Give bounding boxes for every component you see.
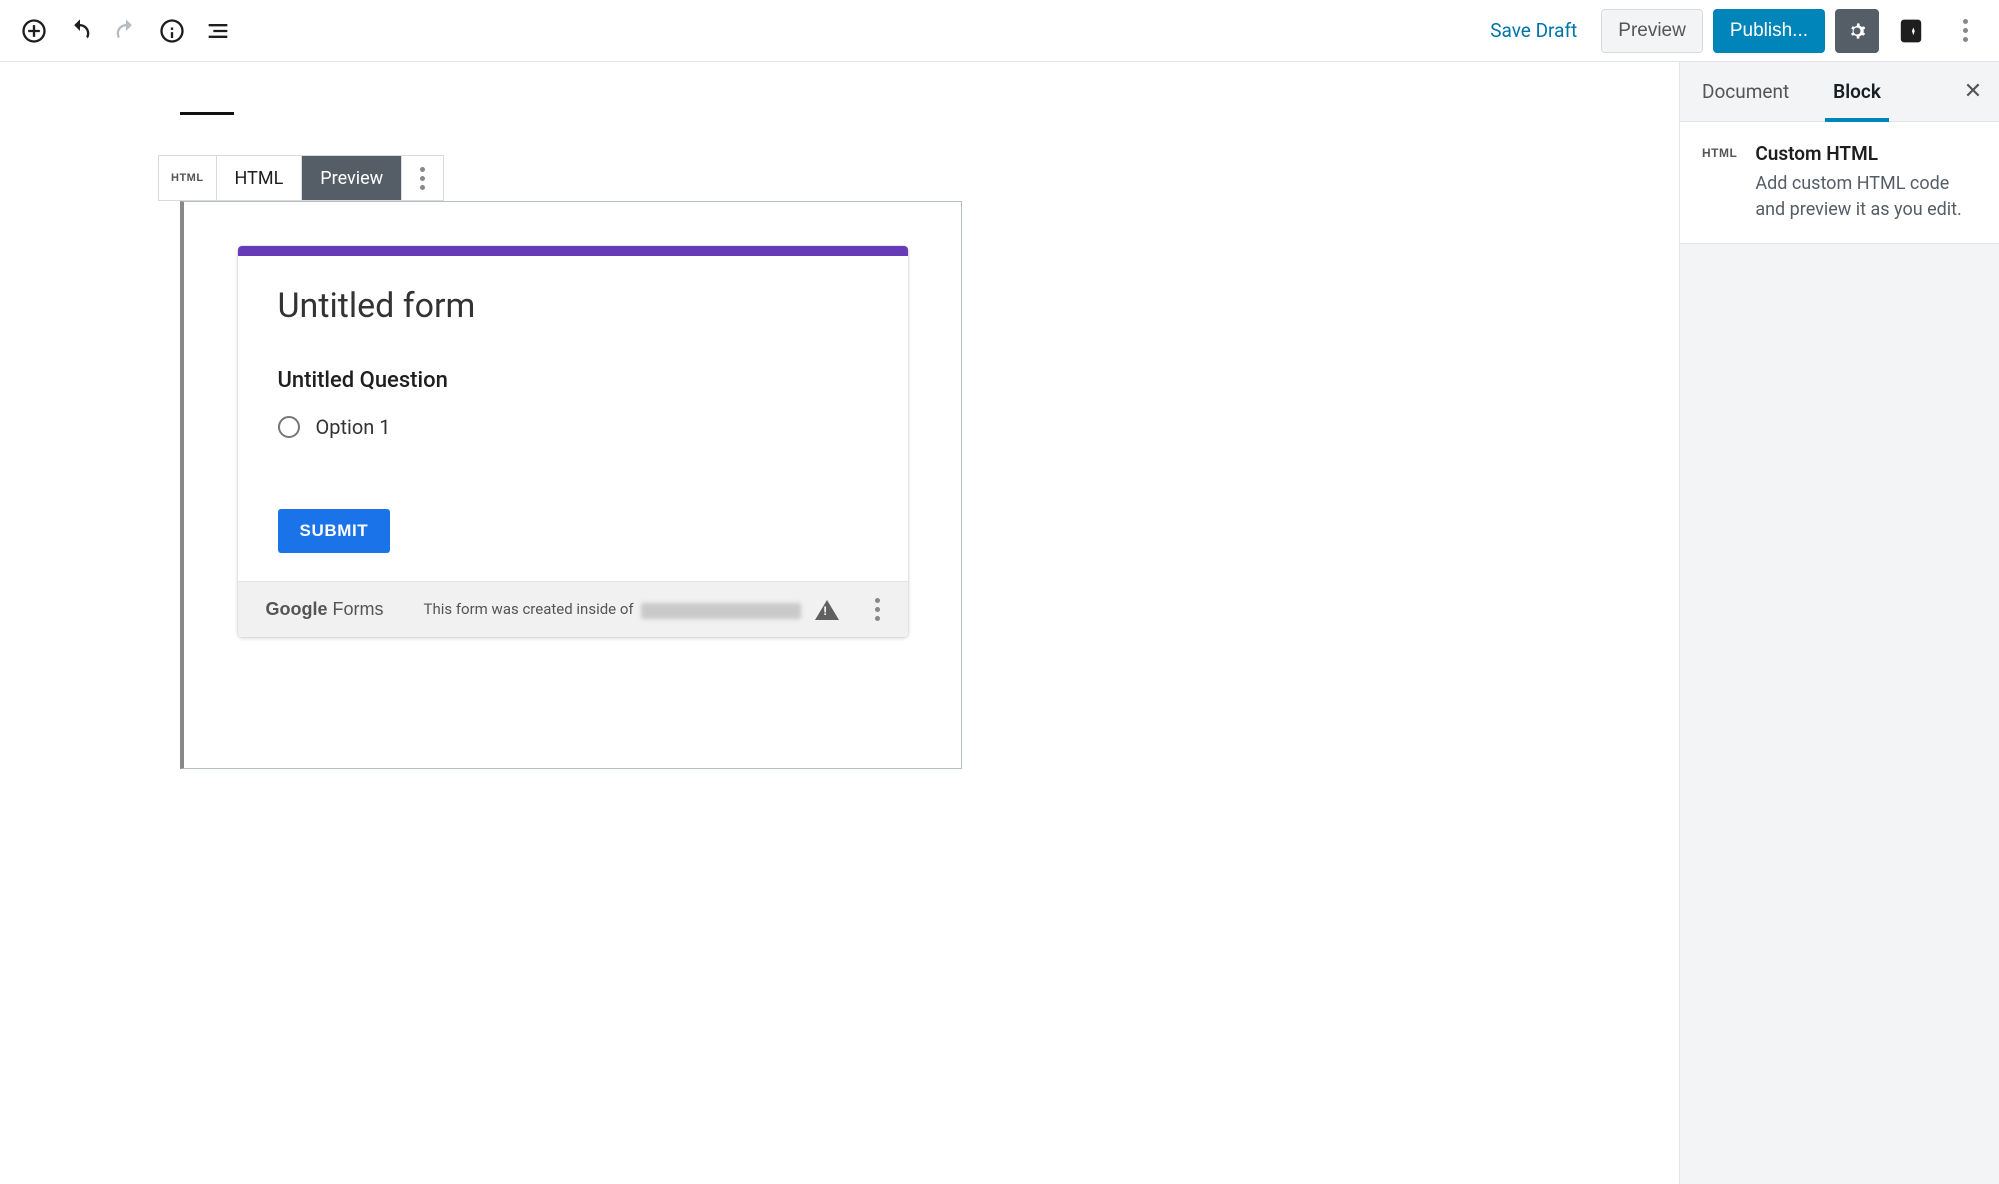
undo-icon (66, 17, 94, 45)
close-sidebar-button[interactable]: ✕ (1955, 74, 1991, 110)
block-toolbar: HTML HTML Preview (158, 155, 444, 201)
sidebar-tabs: Document Block ✕ (1680, 62, 1999, 122)
more-options-button[interactable] (1943, 9, 1987, 53)
close-icon: ✕ (1964, 79, 1982, 104)
form-option-1[interactable]: Option 1 (278, 415, 868, 439)
undo-button[interactable] (58, 9, 102, 53)
preview-tab[interactable]: Preview (302, 156, 402, 200)
outline-icon (204, 17, 232, 45)
kebab-icon (1963, 19, 1968, 42)
warning-icon[interactable] (815, 600, 839, 620)
tab-document[interactable]: Document (1680, 62, 1811, 121)
block-navigation-button[interactable] (196, 9, 240, 53)
html-tab[interactable]: HTML (217, 156, 303, 200)
block-card-title: Custom HTML (1755, 142, 1977, 165)
form-submit-button[interactable]: SUBMIT (278, 509, 391, 553)
toolbar-right-group: Save Draft Preview Publish... (1476, 9, 1987, 53)
form-footer-actions (815, 598, 880, 621)
block-type-icon[interactable]: HTML (159, 156, 217, 200)
save-draft-link[interactable]: Save Draft (1476, 11, 1591, 50)
radio-icon (278, 416, 300, 438)
block-more-options[interactable] (402, 156, 443, 200)
publish-button[interactable]: Publish... (1713, 9, 1825, 53)
form-footer: Google Forms This form was created insid… (238, 581, 908, 637)
editor-canvas: New Page HTML HTML Preview Untitled form (0, 62, 1679, 769)
form-question: Untitled Question (278, 368, 868, 393)
kebab-icon (420, 167, 425, 190)
editor-top-toolbar: Save Draft Preview Publish... (0, 0, 1999, 62)
workspace: New Page HTML HTML Preview Untitled form (0, 62, 1999, 1184)
editor-canvas-area: New Page HTML HTML Preview Untitled form (0, 62, 1679, 1184)
preview-button[interactable]: Preview (1601, 9, 1703, 53)
form-more-icon[interactable] (875, 598, 880, 621)
custom-html-block[interactable]: HTML HTML Preview Untitled form Untitled… (180, 201, 1679, 769)
redo-icon (112, 17, 140, 45)
settings-sidebar: Document Block ✕ HTML Custom HTML Add cu… (1679, 62, 1999, 1184)
html-icon: HTML (1702, 142, 1737, 223)
form-title: Untitled form (278, 286, 868, 326)
google-form-embed: Untitled form Untitled Question Option 1… (238, 246, 908, 637)
form-origin-text: This form was created inside of (424, 600, 802, 618)
yoast-icon (1897, 17, 1925, 45)
toolbar-left-group (12, 9, 240, 53)
info-icon (158, 17, 186, 45)
form-accent-bar (238, 246, 908, 256)
redo-button[interactable] (104, 9, 148, 53)
block-preview-frame: Untitled form Untitled Question Option 1… (180, 201, 962, 769)
block-card-description: Add custom HTML code and preview it as y… (1755, 171, 1977, 223)
title-decoration (180, 112, 234, 115)
add-block-button[interactable] (12, 9, 56, 53)
gear-icon (1843, 17, 1871, 45)
option-label: Option 1 (316, 415, 391, 439)
content-info-button[interactable] (150, 9, 194, 53)
google-forms-brand: Google Forms (266, 599, 384, 620)
yoast-seo-button[interactable] (1889, 9, 1933, 53)
block-info-card: HTML Custom HTML Add custom HTML code an… (1680, 122, 1999, 244)
plus-circle-icon (20, 17, 48, 45)
redacted-org-name (641, 603, 801, 619)
tab-block[interactable]: Block (1811, 62, 1903, 121)
form-body: Untitled form Untitled Question Option 1… (238, 256, 908, 581)
settings-toggle-button[interactable] (1835, 9, 1879, 53)
